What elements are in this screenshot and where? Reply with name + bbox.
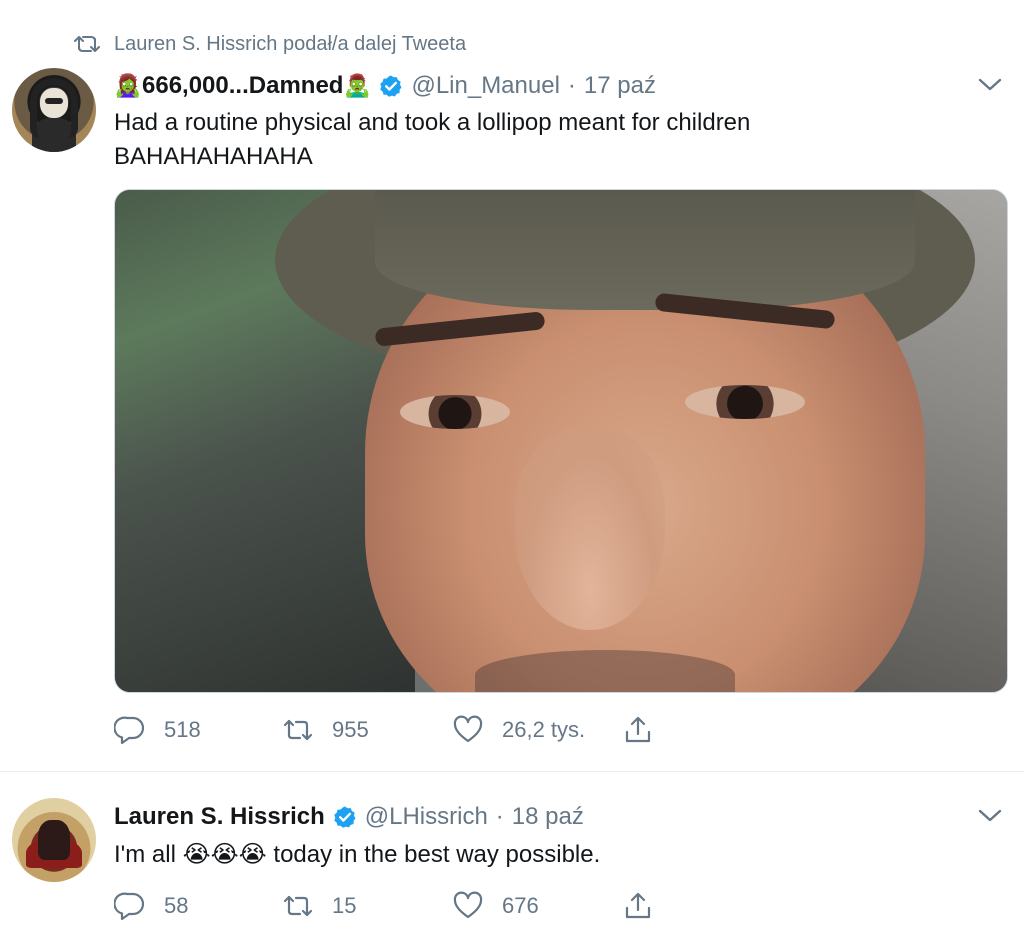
tweet-header: Lauren S. Hissrich @LHissrich · 18 paź [114, 801, 584, 833]
tweet-text-segment: I'm all [114, 841, 176, 868]
reply-count: 58 [164, 893, 189, 918]
like-button[interactable]: 676 [452, 890, 622, 922]
chevron-down-icon[interactable] [976, 74, 1004, 94]
like-button[interactable]: 26,2 tys. [452, 714, 622, 746]
avatar[interactable] [12, 68, 96, 152]
retweet-context[interactable]: Lauren S. Hissrich podał/a dalej Tweeta [74, 30, 466, 58]
retweet-button[interactable]: 15 [282, 890, 452, 922]
crying-emojis: 😭😭😭 [182, 841, 267, 868]
separator-dot: · [567, 72, 576, 99]
reply-button[interactable]: 518 [114, 714, 282, 746]
retweet-context-label: Lauren S. Hissrich podał/a dalej Tweeta [114, 32, 467, 55]
share-icon [625, 892, 651, 919]
tweet-header: 🧟‍♀️ 666,000...Damned 🧟‍♂️ @Lin_Manuel ·… [114, 70, 656, 102]
retweet-icon [283, 895, 313, 917]
timestamp[interactable]: 17 paź [584, 72, 656, 100]
like-count: 676 [502, 893, 539, 918]
handle[interactable]: @Lin_Manuel [411, 72, 559, 100]
avatar[interactable] [12, 798, 96, 882]
display-name[interactable]: Lauren S. Hissrich [114, 803, 325, 831]
chevron-down-icon[interactable] [976, 805, 1004, 825]
timestamp[interactable]: 18 paź [512, 803, 584, 831]
reply-icon [114, 892, 145, 921]
tweet-divider [0, 771, 1024, 772]
verified-badge-icon [334, 806, 356, 828]
zombie-emoji: 🧟‍♀️ [114, 73, 142, 98]
retweet-count: 955 [332, 717, 369, 742]
tweet-photo[interactable] [114, 189, 1008, 693]
share-button[interactable] [622, 890, 654, 922]
reply-icon [114, 716, 145, 745]
tweet-text-segment: today in the best way possible. [273, 841, 601, 868]
tweet-actions: 518 955 26,2 tys. [114, 714, 654, 746]
share-icon [625, 716, 651, 743]
retweet-icon [283, 719, 313, 741]
share-button[interactable] [622, 714, 654, 746]
reply-button[interactable]: 58 [114, 890, 282, 922]
zombie-emoji: 🧟‍♂️ [343, 73, 372, 98]
verified-badge-icon [380, 75, 402, 97]
retweet-button[interactable]: 955 [282, 714, 452, 746]
heart-icon [453, 715, 483, 743]
display-name[interactable]: 666,000...Damned [142, 72, 343, 100]
reply-count: 518 [164, 717, 201, 742]
tweet-text-line: BAHAHAHAHAHA [114, 143, 313, 170]
handle[interactable]: @LHissrich [365, 803, 488, 831]
retweet-count: 15 [332, 893, 357, 918]
separator-dot: · [495, 803, 504, 830]
tweet-text: Had a routine physical and took a lollip… [114, 106, 994, 174]
tweet-text: I'm all 😭😭😭 today in the best way possib… [114, 838, 600, 872]
retweet-icon [74, 36, 100, 52]
tweet-text-line: Had a routine physical and took a lollip… [114, 109, 751, 136]
heart-icon [453, 891, 483, 919]
like-count: 26,2 tys. [502, 717, 586, 742]
tweet-actions: 58 15 676 [114, 890, 654, 922]
